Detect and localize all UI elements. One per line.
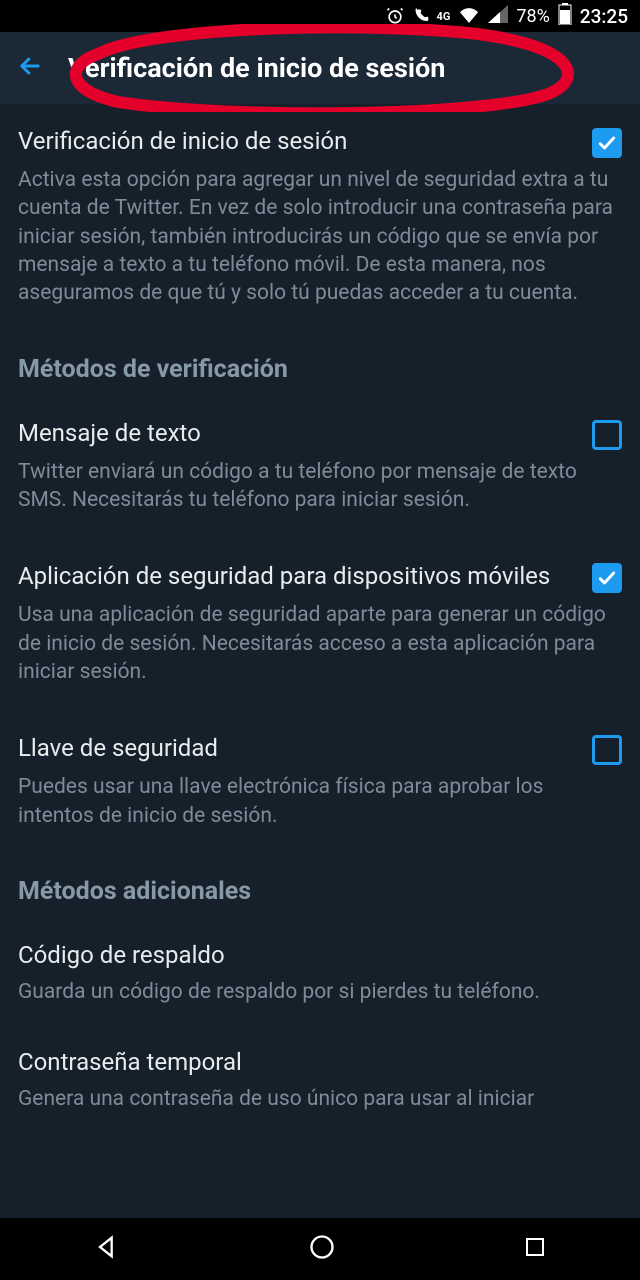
item-title: Contraseña temporal (18, 1047, 622, 1077)
item-description: Usa una aplicación de seguridad aparte p… (18, 601, 622, 686)
item-title: Aplicación de seguridad para dispositivo… (18, 561, 550, 591)
item-title: Código de respaldo (18, 940, 622, 970)
nav-back-icon[interactable] (93, 1233, 121, 1265)
status-bar: 4G 78% 23:25 (0, 0, 640, 32)
temp-password-setting[interactable]: Contraseña temporal Genera una contraseñ… (0, 1025, 640, 1122)
nav-recent-icon[interactable] (523, 1235, 547, 1263)
signal-icon (488, 5, 508, 28)
status-time: 23:25 (580, 5, 628, 28)
security-key-setting[interactable]: Llave de seguridad Puedes usar una llave… (0, 711, 640, 855)
app-bar: Verificación de inicio de sesión (0, 32, 640, 104)
login-verification-setting[interactable]: Verificación de inicio de sesión Activa … (0, 104, 640, 333)
verification-methods-header: Métodos de verificación (0, 333, 640, 396)
back-arrow-icon[interactable] (16, 52, 44, 84)
page-title: Verificación de inicio de sesión (68, 52, 445, 84)
sms-method-setting[interactable]: Mensaje de texto Twitter enviará un códi… (0, 396, 640, 540)
battery-percent: 78% (516, 6, 549, 27)
settings-content: Verificación de inicio de sesión Activa … (0, 104, 640, 1123)
login-verification-checkbox[interactable] (592, 128, 622, 158)
item-description: Guarda un código de respaldo por si pier… (18, 978, 622, 1006)
nav-home-icon[interactable] (308, 1233, 336, 1265)
item-description: Twitter enviará un código a tu teléfono … (18, 458, 622, 515)
call-icon: 4G (413, 7, 451, 25)
item-description: Genera una contraseña de uso único para … (18, 1085, 622, 1113)
battery-icon (558, 3, 572, 30)
item-title: Mensaje de texto (18, 418, 201, 448)
item-description: Puedes usar una llave electrónica física… (18, 773, 622, 830)
item-description: Activa esta opción para agregar un nivel… (18, 166, 622, 308)
sms-checkbox[interactable] (592, 420, 622, 450)
security-key-checkbox[interactable] (592, 735, 622, 765)
item-title: Llave de seguridad (18, 733, 218, 763)
auth-app-setting[interactable]: Aplicación de seguridad para dispositivo… (0, 539, 640, 711)
auth-app-checkbox[interactable] (592, 563, 622, 593)
item-title: Verificación de inicio de sesión (18, 126, 347, 156)
wifi-icon (458, 5, 480, 28)
alarm-icon (385, 6, 405, 26)
backup-code-setting[interactable]: Código de respaldo Guarda un código de r… (0, 918, 640, 1025)
additional-methods-header: Métodos adicionales (0, 855, 640, 918)
system-nav-bar (0, 1218, 640, 1280)
network-badge: 4G (437, 10, 451, 23)
